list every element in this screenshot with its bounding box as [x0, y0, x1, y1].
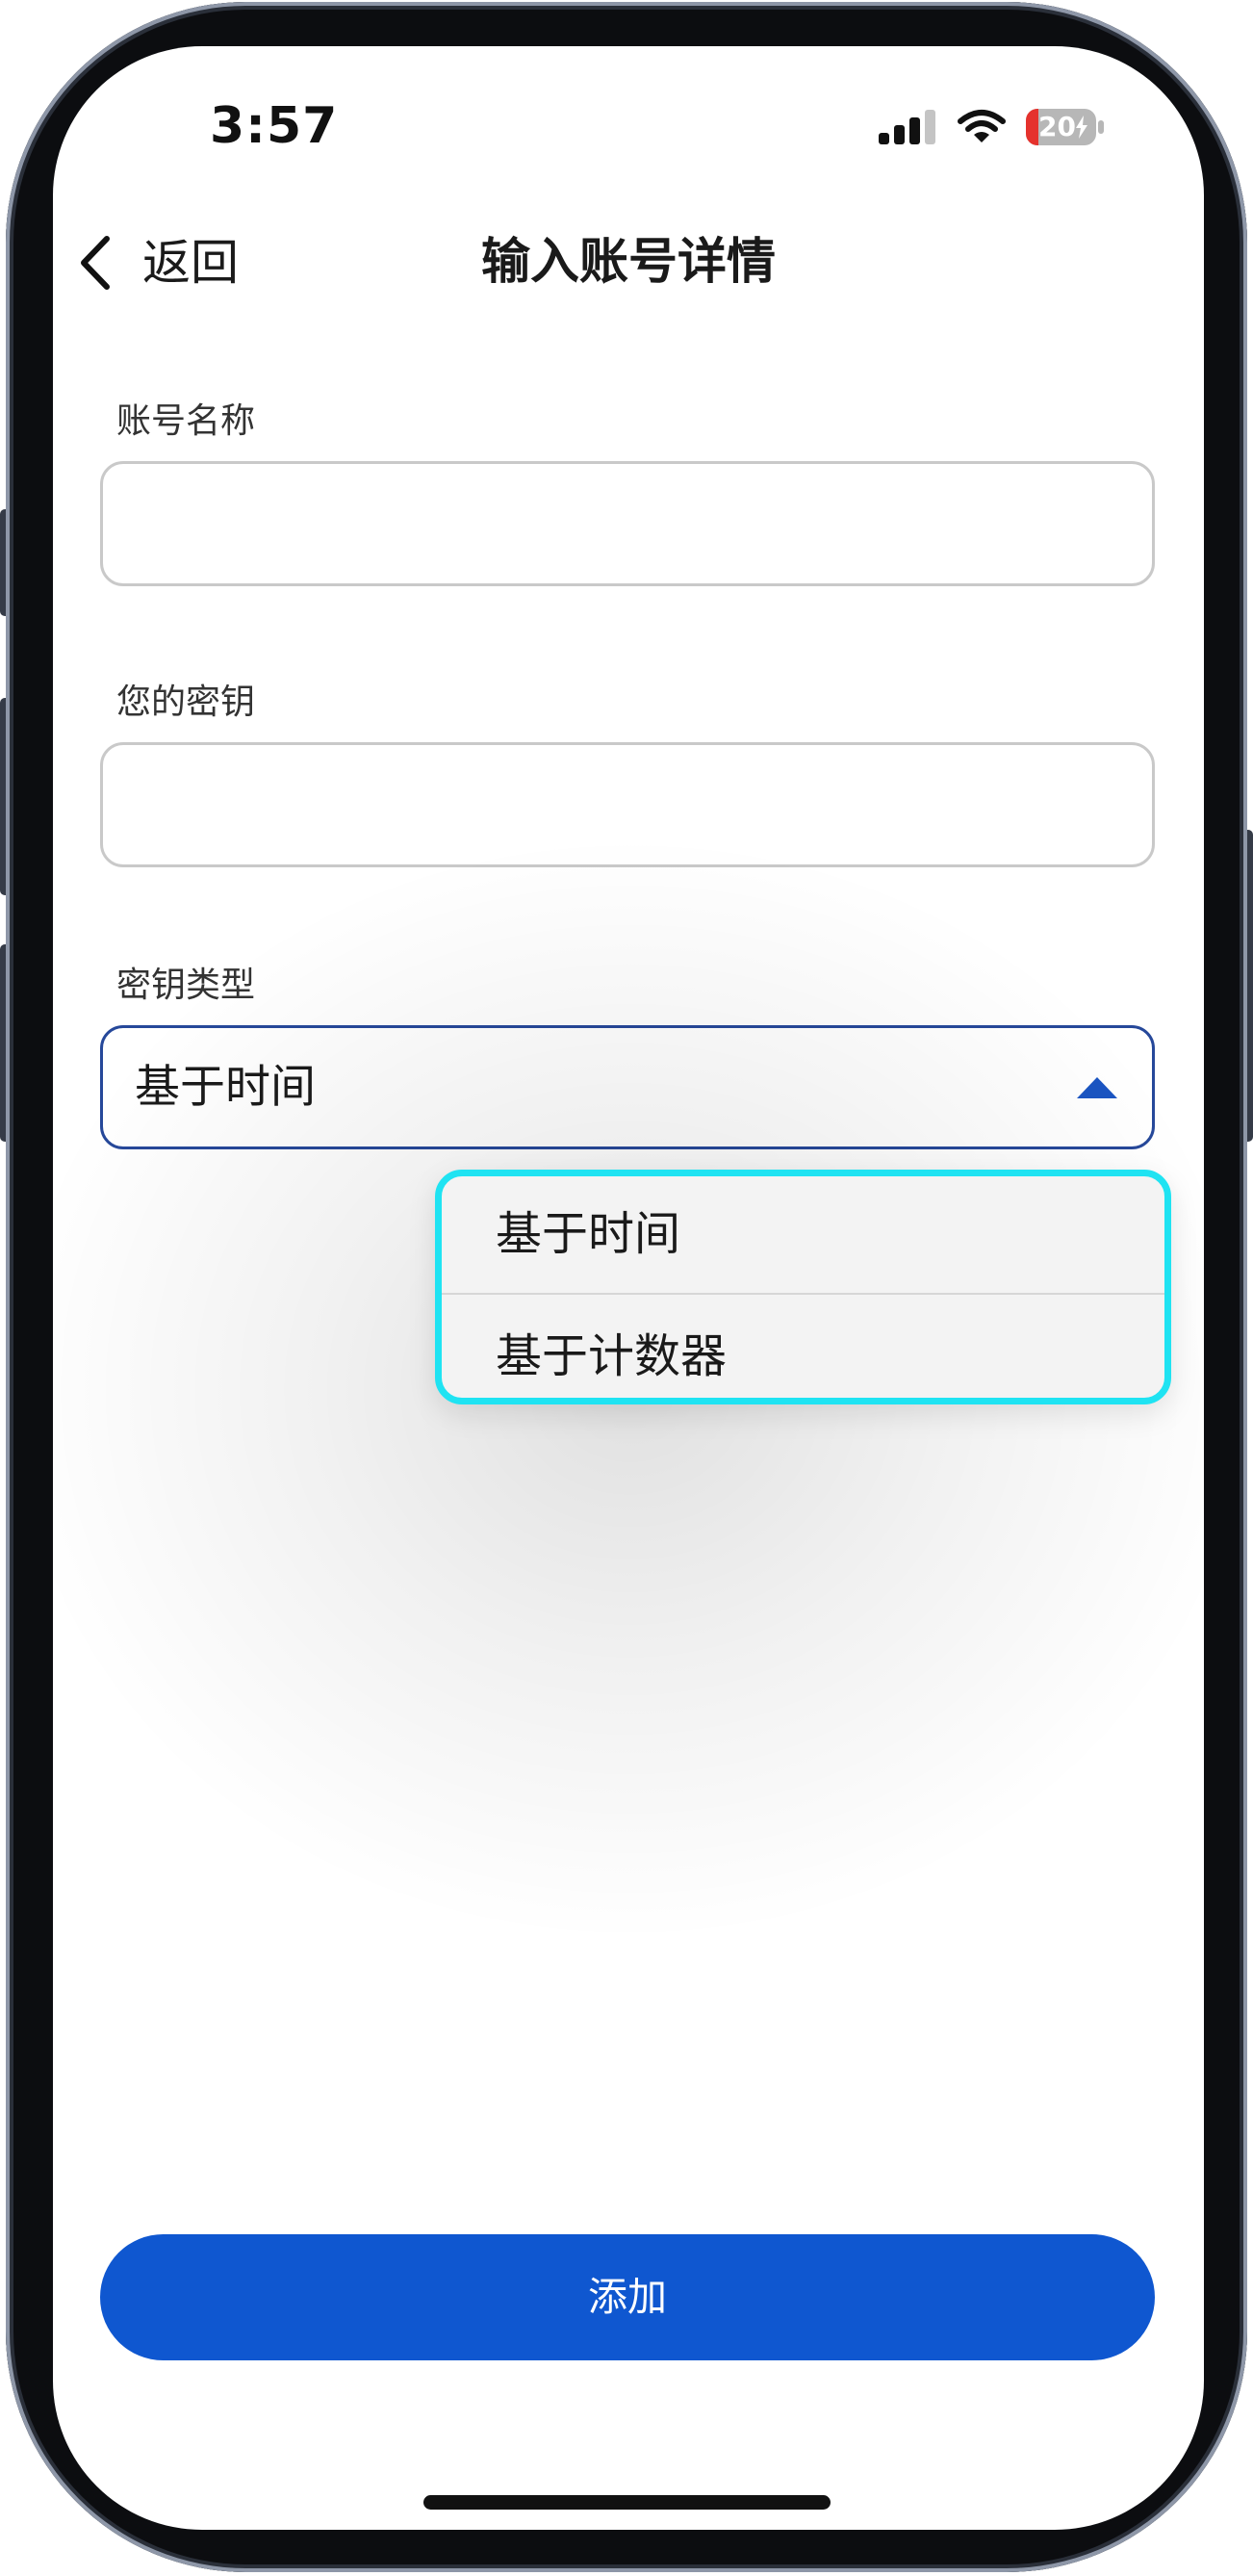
key-type-selected-value: 基于时间: [135, 1061, 316, 1114]
account-name-label: 账号名称: [116, 401, 256, 441]
key-type-dropdown-menu: 基于时间 基于计数器: [435, 1170, 1171, 1404]
charging-bolt-icon: [1076, 116, 1087, 139]
key-type-label: 密钥类型: [116, 966, 256, 1005]
dropdown-option-label: 基于计数器: [496, 1329, 728, 1383]
add-button-label: 添加: [588, 2274, 667, 2320]
cellular-signal-icon: [879, 110, 935, 144]
status-time: 3:57: [210, 97, 339, 155]
caret-up-icon: [1077, 1077, 1117, 1098]
secret-key-label: 您的密钥: [116, 683, 256, 722]
secret-key-input[interactable]: [100, 742, 1155, 867]
battery-level-text: 20: [1038, 111, 1076, 142]
phone-screen: 3:57 20 返回 输入账号详情 账号名称 您的密钥 密钥类型 基于时间 基于…: [53, 46, 1204, 2530]
dropdown-option-counter-based[interactable]: 基于计数器: [442, 1295, 1164, 1398]
add-button[interactable]: 添加: [100, 2234, 1155, 2360]
dropdown-option-time-based[interactable]: 基于时间: [442, 1176, 1164, 1293]
account-name-input[interactable]: [100, 461, 1155, 586]
key-type-select[interactable]: 基于时间: [100, 1025, 1155, 1149]
wifi-icon: [958, 110, 1006, 142]
home-indicator[interactable]: [423, 2495, 831, 2510]
battery-indicator: 20: [1026, 109, 1104, 145]
page-title: 输入账号详情: [480, 234, 776, 291]
dropdown-option-label: 基于时间: [496, 1207, 681, 1261]
